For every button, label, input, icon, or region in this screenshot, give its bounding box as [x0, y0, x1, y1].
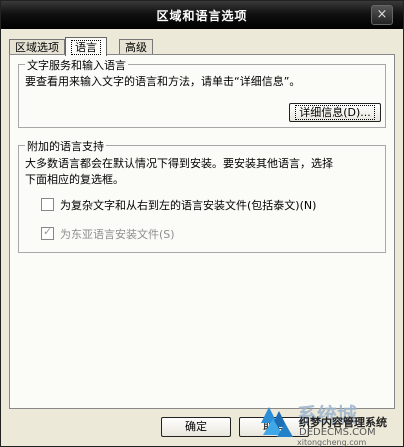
tab-label: 高级	[125, 41, 147, 54]
text-services-group: 文字服务和输入语言 要查看用来输入文字的语言和方法，请单击“详细信息”。 详细信…	[18, 57, 386, 128]
supplemental-description-line2: 下面相应的复选框。	[25, 173, 124, 186]
ok-button[interactable]: 确定	[161, 417, 231, 437]
tab-advanced[interactable]: 高级	[119, 39, 153, 55]
ok-button-label: 确定	[185, 420, 207, 433]
east-asian-checkbox-label: 为东亚语言安装文件(S)	[60, 228, 175, 241]
close-button[interactable]: ×	[371, 5, 393, 25]
east-asian-checkbox	[41, 225, 54, 240]
languages-tab-panel: 文字服务和输入语言 要查看用来输入文字的语言和方法，请单击“详细信息”。 详细信…	[9, 54, 395, 409]
text-services-description: 要查看用来输入文字的语言和方法，请单击“详细信息”。	[25, 75, 301, 88]
tab-languages[interactable]: 语言	[65, 37, 107, 56]
supplemental-language-group: 附加的语言支持 大多数语言都会在默认情况下得到安装。要安装其他语言，选择 下面相…	[18, 138, 386, 253]
supplemental-description-line1: 大多数语言都会在默认情况下得到安装。要安装其他语言，选择	[25, 157, 333, 170]
watermark-site-url: DEDECMS.COM	[299, 427, 376, 438]
tab-label: 语言	[71, 40, 101, 55]
dialog-window: 区域和语言选项 × 区域选项 语言 高级 文字服务和输入语言 要查看用来输入文字…	[0, 0, 404, 447]
watermark-domain: xitongcheng.com	[297, 438, 367, 447]
text-services-group-title: 文字服务和输入语言	[25, 57, 128, 73]
title-bar[interactable]: 区域和语言选项 ×	[1, 1, 403, 29]
tab-label: 区域选项	[15, 41, 59, 54]
complex-script-checkbox-label: 为复杂文字和从右到左的语言安装文件(包括泰文)(N)	[60, 199, 317, 212]
east-asian-checkbox-row: 为东亚语言安装文件(S)	[41, 225, 175, 242]
supplemental-group-title: 附加的语言支持	[25, 138, 106, 154]
close-icon: ×	[376, 7, 388, 22]
details-button[interactable]: 详细信息(D)...	[289, 103, 381, 122]
tab-regional-options[interactable]: 区域选项	[9, 39, 65, 55]
complex-script-checkbox-row[interactable]: 为复杂文字和从右到左的语言安装文件(包括泰文)(N)	[41, 197, 316, 213]
details-button-label: 详细信息(D)...	[295, 105, 375, 120]
window-title: 区域和语言选项	[156, 9, 248, 23]
complex-script-checkbox[interactable]	[41, 198, 54, 211]
